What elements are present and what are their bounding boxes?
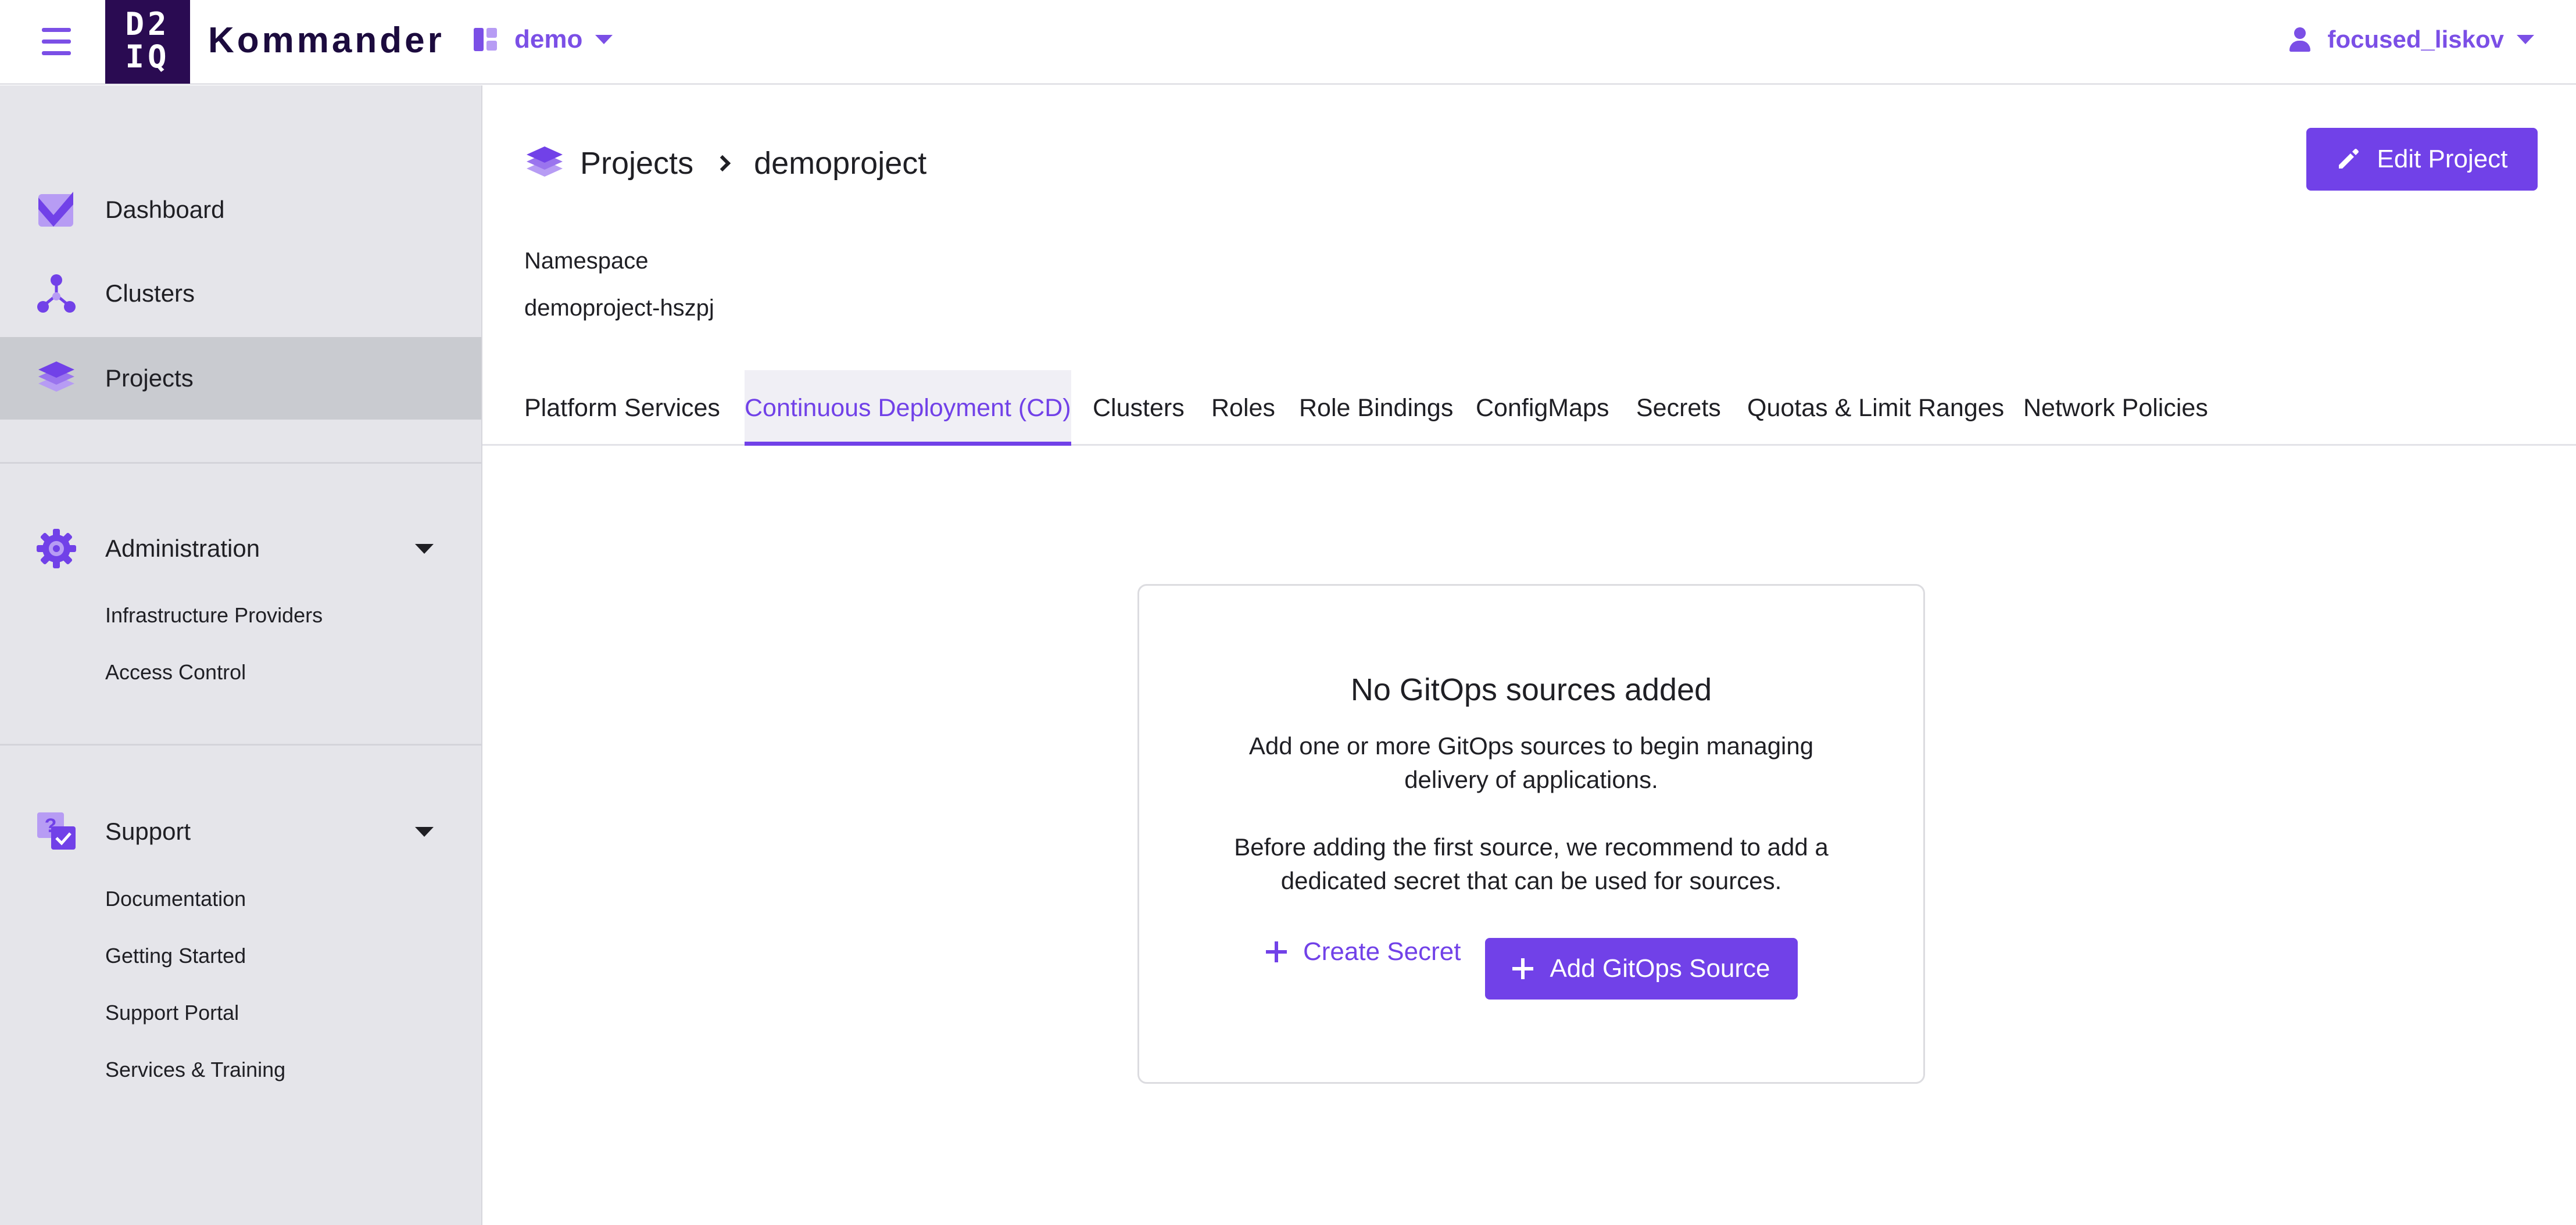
- clusters-icon: [37, 274, 76, 313]
- support-icon: ?: [37, 812, 76, 850]
- plus-icon: [1512, 958, 1534, 979]
- empty-state-recommendation: Before adding the first source, we recom…: [1139, 830, 1923, 898]
- empty-state-title: No GitOps sources added: [1350, 672, 1712, 707]
- user-menu[interactable]: focused_liskov: [2288, 21, 2534, 58]
- empty-state-description: Add one or more GitOps sources to begin …: [1139, 729, 1923, 797]
- empty-state-text-line: delivery of applications.: [1404, 766, 1658, 793]
- sidebar-section-label: Administration: [105, 535, 260, 562]
- projects-icon: [527, 146, 563, 177]
- pencil-icon: [2338, 149, 2359, 169]
- sidebar-item-documentation[interactable]: Documentation: [105, 887, 246, 911]
- main-content: Projects demoproject Edit Project Namesp…: [482, 85, 2576, 1225]
- plus-icon: [1266, 941, 1287, 962]
- empty-state-text-line: Add one or more GitOps sources to begin …: [1248, 732, 1814, 760]
- tab-platform-services[interactable]: Platform Services: [524, 370, 720, 446]
- workspace-selector[interactable]: demo: [474, 21, 613, 58]
- create-secret-button[interactable]: Create Secret: [1266, 934, 1461, 969]
- namespace-label: Namespace: [524, 248, 649, 274]
- sidebar-item-label: Projects: [105, 364, 194, 392]
- brand-name: Kommander: [208, 20, 445, 60]
- sidebar-item-label: Dashboard: [105, 196, 225, 223]
- username: focused_liskov: [2327, 26, 2504, 53]
- logo-text-top: D2: [125, 6, 170, 42]
- chevron-down-icon[interactable]: [415, 543, 434, 554]
- tab-roles[interactable]: Roles: [1211, 370, 1275, 446]
- namespace-value: demoproject-hszpj: [524, 295, 714, 321]
- sidebar-item-projects[interactable]: Projects: [0, 337, 481, 420]
- breadcrumb: Projects demoproject: [524, 137, 926, 190]
- empty-state-card: No GitOps sources added Add one or more …: [1137, 584, 1925, 1084]
- sidebar-item-clusters[interactable]: Clusters: [0, 252, 481, 335]
- sidebar-section-administration[interactable]: Administration: [0, 507, 481, 590]
- sidebar-item-getting-started[interactable]: Getting Started: [105, 944, 246, 968]
- sidebar-item-support-portal[interactable]: Support Portal: [105, 1001, 239, 1025]
- sidebar-item-access-control[interactable]: Access Control: [105, 660, 246, 685]
- project-tabs: Platform Services Continuous Deployment …: [482, 370, 2576, 446]
- sidebar-item-infrastructure-providers[interactable]: Infrastructure Providers: [105, 603, 323, 628]
- user-icon: [2288, 27, 2312, 52]
- tab-secrets[interactable]: Secrets: [1636, 370, 1721, 446]
- top-bar: D2 IQ Kommander demo focused_liskov: [0, 0, 2576, 85]
- gear-icon: [37, 529, 76, 568]
- chevron-right-icon: [714, 155, 731, 172]
- tab-role-bindings[interactable]: Role Bindings: [1299, 370, 1453, 446]
- sidebar-divider: [0, 744, 481, 746]
- add-gitops-source-label: Add GitOps Source: [1550, 954, 1770, 983]
- tab-continuous-deployment[interactable]: Continuous Deployment (CD): [745, 370, 1071, 446]
- tab-configmaps[interactable]: ConfigMaps: [1476, 370, 1609, 446]
- sidebar-item-services-training[interactable]: Services & Training: [105, 1058, 285, 1082]
- chevron-down-icon[interactable]: [415, 826, 434, 837]
- d2iq-logo[interactable]: D2 IQ: [105, 0, 190, 84]
- dashboard-icon: [38, 192, 73, 227]
- empty-state-text-line: dedicated secret that can be used for so…: [1280, 867, 1782, 894]
- sidebar-divider: [0, 462, 481, 464]
- sidebar: Dashboard Clusters Projects Administrati…: [0, 85, 482, 1225]
- tab-clusters[interactable]: Clusters: [1093, 370, 1185, 446]
- chevron-down-icon: [595, 35, 613, 44]
- logo-text-bottom: IQ: [125, 38, 170, 75]
- edit-project-button[interactable]: Edit Project: [2306, 128, 2538, 191]
- page-title: demoproject: [754, 146, 927, 181]
- sidebar-item-dashboard[interactable]: Dashboard: [0, 169, 481, 251]
- tab-quotas-limit-ranges[interactable]: Quotas & Limit Ranges: [1747, 370, 2004, 446]
- edit-project-label: Edit Project: [2377, 145, 2508, 173]
- breadcrumb-projects-link[interactable]: Projects: [580, 145, 693, 181]
- sidebar-section-support[interactable]: ? Support: [0, 790, 481, 873]
- workspace-name: demo: [514, 25, 583, 53]
- add-gitops-source-button[interactable]: Add GitOps Source: [1485, 938, 1798, 1000]
- hamburger-menu-icon[interactable]: [42, 28, 71, 56]
- chevron-down-icon: [2517, 35, 2534, 44]
- tab-network-policies[interactable]: Network Policies: [2023, 370, 2208, 446]
- create-secret-label: Create Secret: [1303, 937, 1461, 966]
- projects-icon: [38, 361, 74, 392]
- empty-state-text-line: Before adding the first source, we recom…: [1234, 833, 1829, 861]
- sidebar-item-label: Clusters: [105, 280, 195, 307]
- workspace-icon: [474, 28, 497, 51]
- sidebar-section-label: Support: [105, 818, 191, 845]
